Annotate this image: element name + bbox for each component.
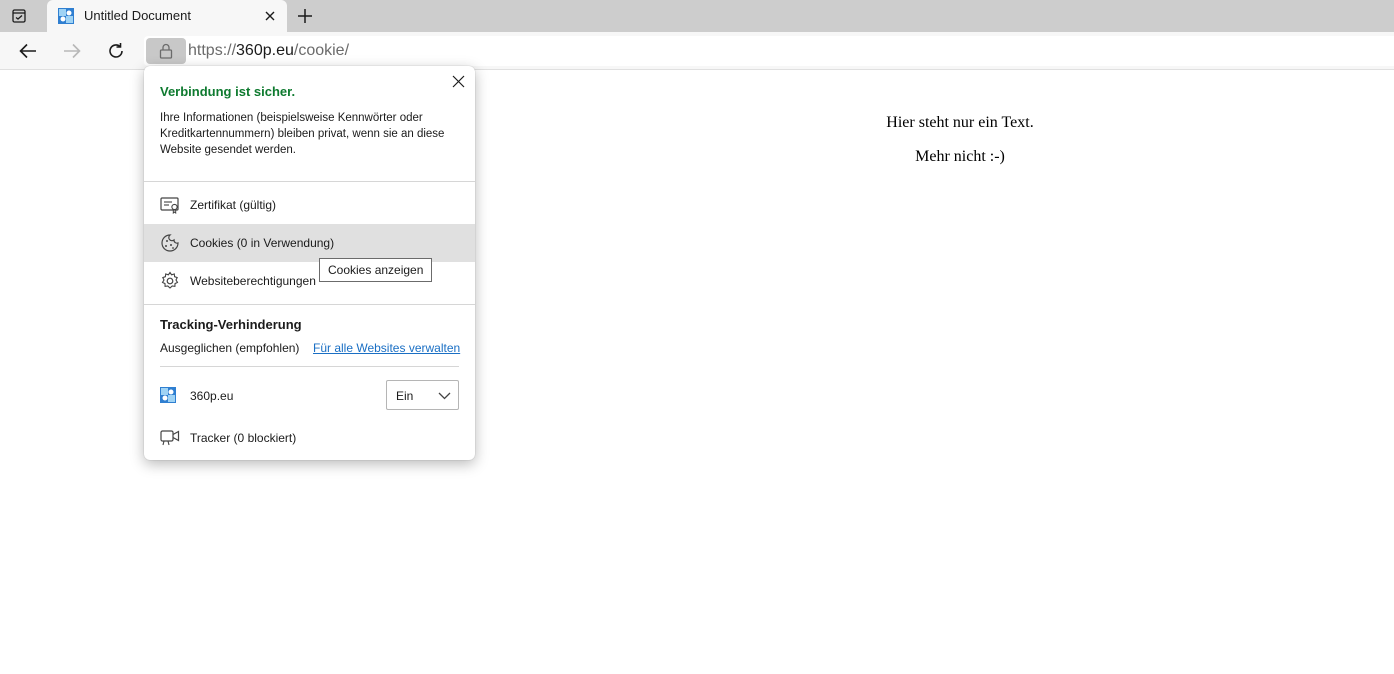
site-favicon-icon [160,387,178,405]
cookies-label: Cookies (0 in Verwendung) [190,236,335,250]
tab-actions-icon[interactable] [10,7,28,25]
tab-title: Untitled Document [84,8,191,23]
tracking-level-text: Ausgeglichen (empfohlen) [160,341,300,355]
url-host: 360p.eu [236,42,294,59]
page-text-line-1: Hier steht nur ein Text. [886,114,1034,131]
lock-icon[interactable] [146,38,186,64]
certificate-icon [160,195,180,215]
close-flyout-icon[interactable] [450,73,466,89]
back-icon[interactable] [16,39,40,63]
browser-tab[interactable]: Untitled Document [47,0,287,32]
site-favicon-icon [58,8,74,24]
tracker-icon [160,428,180,448]
site-permissions-label: Websiteberechtigungen [190,274,316,288]
gear-icon [160,271,180,291]
cookie-icon [160,233,180,253]
site-name: 360p.eu [190,389,234,403]
cookies-row[interactable]: Cookies (0 in Verwendung) [144,224,475,262]
manage-all-sites-link[interactable]: Für alle Websites verwalten [313,341,460,355]
forward-icon [60,39,84,63]
tracking-toggle-select[interactable]: Ein [386,380,459,410]
connection-description: Ihre Informationen (beispielsweise Kennw… [160,112,445,156]
divider [160,366,459,367]
chevron-down-icon [437,389,451,403]
tracking-toggle-value: Ein [396,389,414,403]
url-path: /cookie/ [293,42,350,59]
tracker-count-label[interactable]: Tracker (0 blockiert) [190,431,296,445]
connection-status-heading: Verbindung ist sicher. [160,84,296,99]
divider [144,304,475,305]
cookies-tooltip: Cookies anzeigen [319,258,433,282]
certificate-label: Zertifikat (gültig) [190,198,277,212]
tracking-prevention-heading: Tracking-Verhinderung [160,317,302,332]
address-bar[interactable]: https://360p.eu/cookie/ [144,36,1394,66]
page-text-line-2: Mehr nicht :-) [915,148,1005,165]
certificate-row[interactable]: Zertifikat (gültig) [144,186,475,224]
refresh-icon[interactable] [104,39,128,63]
url-scheme: https:// [188,42,237,59]
divider [144,181,475,182]
url-text[interactable]: https://360p.eu/cookie/ [188,42,349,60]
navigation-toolbar: https://360p.eu/cookie/ [0,32,1394,70]
close-tab-icon[interactable] [262,8,278,24]
new-tab-icon[interactable] [295,6,315,26]
tab-strip: Untitled Document [0,0,1394,32]
